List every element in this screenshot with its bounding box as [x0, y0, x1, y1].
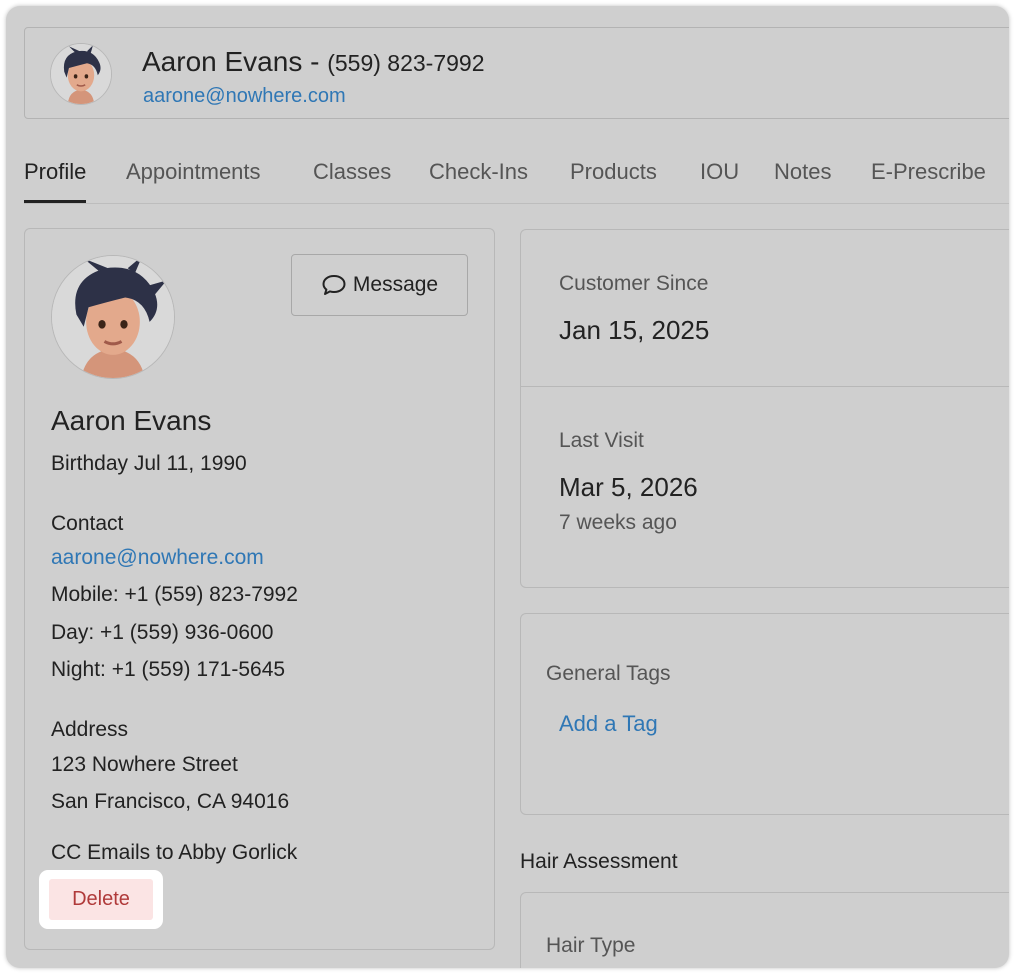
- profile-name: Aaron Evans: [51, 405, 212, 436]
- general-tags-heading: General Tags: [546, 662, 671, 685]
- tab-classes[interactable]: Classes: [313, 156, 391, 201]
- header-customer-name: Aaron Evans - (559) 823-7992: [142, 46, 485, 78]
- profile-avatar: [51, 255, 175, 379]
- tab-iou[interactable]: IOU: [700, 156, 739, 201]
- hair-assessment-card: Hair Type: [520, 892, 1009, 968]
- contact-day: Day: +1 (559) 936-0600: [51, 621, 274, 644]
- stats-divider: [521, 386, 1009, 387]
- contact-heading: Contact: [51, 512, 124, 535]
- last-visit-ago: 7 weeks ago: [559, 511, 677, 534]
- header-separator: -: [302, 46, 328, 77]
- profile-card: Message Aaron Evans Birthday Jul 11, 199…: [24, 228, 495, 950]
- avatar-illustration-icon: [52, 256, 174, 378]
- message-button-label: Message: [352, 273, 439, 296]
- tab-profile[interactable]: Profile: [24, 156, 87, 203]
- hair-assessment-title: Hair Assessment: [520, 850, 678, 873]
- header-phone: (559) 823-7992: [327, 50, 485, 76]
- contact-mobile: Mobile: +1 (559) 823-7992: [51, 583, 298, 606]
- customer-since-value: Jan 15, 2025: [559, 315, 710, 345]
- address-line2: San Francisco, CA 94016: [51, 790, 290, 813]
- tab-notes[interactable]: Notes: [774, 156, 831, 201]
- delete-button[interactable]: Delete: [49, 879, 153, 920]
- last-visit-value: Mar 5, 2026: [559, 472, 698, 502]
- address-line1: 123 Nowhere Street: [51, 753, 238, 776]
- delete-highlight: Delete: [39, 870, 163, 929]
- hair-type-label: Hair Type: [546, 934, 636, 957]
- cc-emails: CC Emails to Abby Gorlick: [51, 841, 298, 864]
- tab-e-prescribe[interactable]: E-Prescribe: [871, 156, 986, 201]
- customer-header: Aaron Evans - (559) 823-7992 aarone@nowh…: [24, 27, 1009, 119]
- general-tags-card: General Tags Add a Tag: [520, 613, 1009, 815]
- tab-check-ins[interactable]: Check-Ins: [429, 156, 528, 201]
- profile-birthday: Birthday Jul 11, 1990: [51, 452, 247, 475]
- customer-since-label: Customer Since: [559, 272, 709, 295]
- tab-appointments[interactable]: Appointments: [126, 156, 261, 201]
- add-tag-link[interactable]: Add a Tag: [559, 711, 658, 737]
- avatar-illustration-icon: [51, 44, 111, 104]
- customer-stats-card: Customer Since Jan 15, 2025 Last Visit M…: [520, 229, 1009, 588]
- header-name-text: Aaron Evans: [142, 46, 303, 77]
- chat-bubble-icon: [322, 275, 346, 295]
- avatar: [50, 43, 112, 105]
- last-visit-label: Last Visit: [559, 429, 644, 452]
- header-email-link[interactable]: aarone@nowhere.com: [143, 85, 346, 108]
- address-heading: Address: [51, 718, 129, 741]
- profile-tabs: Profile Appointments Classes Check-Ins P…: [24, 156, 1009, 204]
- contact-email-link[interactable]: aarone@nowhere.com: [51, 546, 264, 570]
- tab-products[interactable]: Products: [570, 156, 657, 201]
- app-frame: Aaron Evans - (559) 823-7992 aarone@nowh…: [6, 6, 1009, 968]
- contact-night: Night: +1 (559) 171-5645: [51, 658, 286, 681]
- message-button[interactable]: Message: [291, 254, 468, 316]
